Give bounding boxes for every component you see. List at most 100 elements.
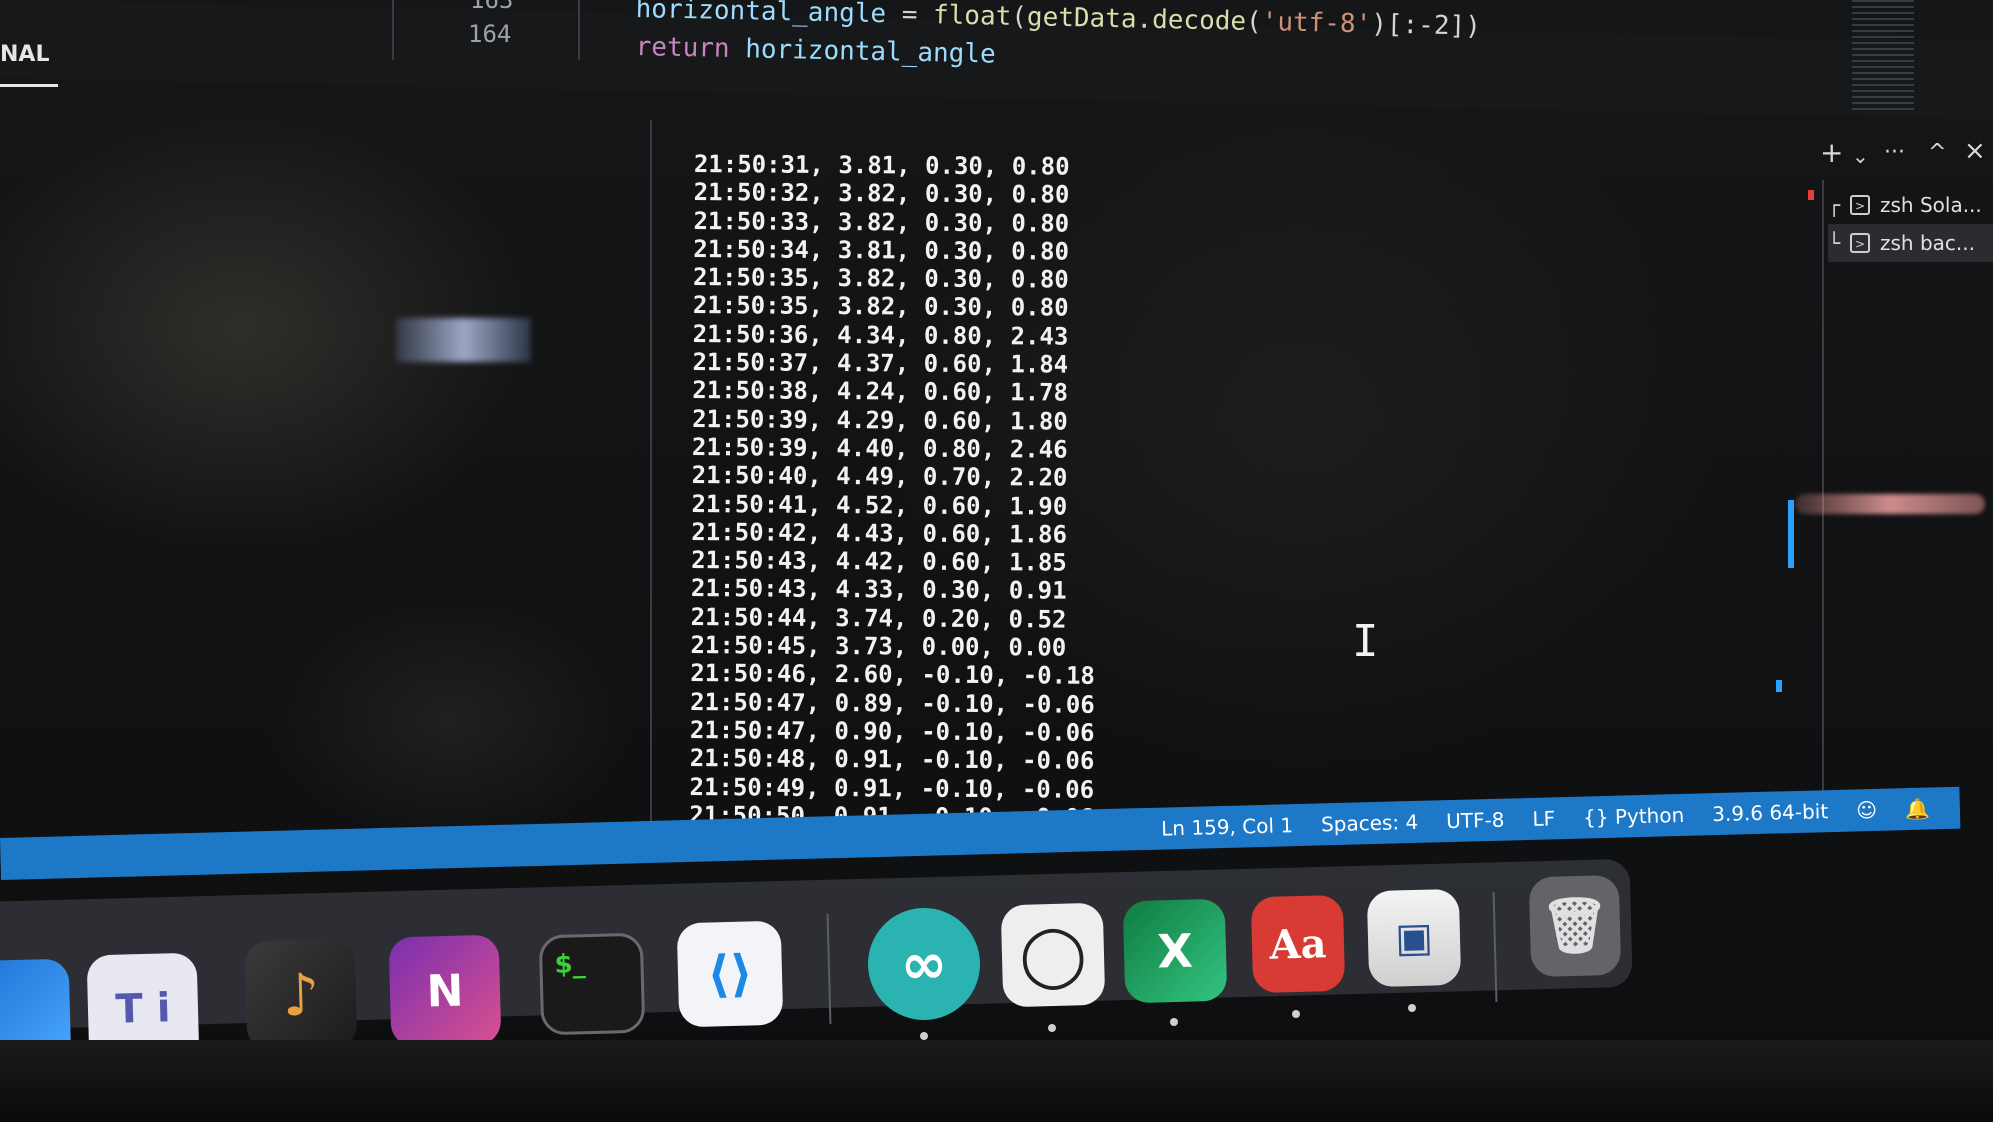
guitar-icon: ♪ <box>281 960 321 1030</box>
tree-connector: ┌ <box>1828 193 1841 217</box>
code-token: getData <box>1026 2 1137 35</box>
terminal-line: 21:50:45, 3.73, 0.00, 0.00 <box>690 631 1067 662</box>
terminal-line: 21:50:36, 4.34, 0.80, 2.43 <box>692 319 1069 351</box>
close-panel-icon[interactable]: × <box>1964 136 1986 166</box>
infinity-icon: ∞ <box>899 930 949 998</box>
terminal-line: 21:50:47, 0.90, -0.10, -0.06 <box>689 715 1095 747</box>
code-token: horizontal_angle <box>729 33 996 70</box>
gutter-divider <box>578 0 580 60</box>
panel-tab-underline <box>0 84 58 87</box>
code-token: decode <box>1151 4 1247 37</box>
status-eol[interactable]: LF <box>1532 806 1555 831</box>
terminal-line: 21:50:48, 0.91, -0.10, -0.06 <box>689 744 1095 776</box>
chevron-down-icon[interactable]: ⌄ <box>1852 144 1869 168</box>
excel-app-icon[interactable]: X <box>1122 898 1228 1004</box>
minimap[interactable] <box>1852 0 1914 112</box>
terminal-line: 21:50:31, 3.81, 0.30, 0.80 <box>693 150 1070 181</box>
trash-app-icon[interactable]: 🗑 <box>1528 874 1622 978</box>
status-language-label: Python <box>1614 802 1685 829</box>
terminal-line: 21:50:39, 4.40, 0.80, 2.46 <box>691 432 1068 464</box>
screen-reflection <box>1795 494 1985 514</box>
terminal-line: 21:50:33, 3.82, 0.30, 0.80 <box>693 206 1070 238</box>
line-number: 164 <box>468 20 512 48</box>
terminal-line: 21:50:43, 4.42, 0.60, 1.85 <box>691 546 1067 577</box>
terminal-line: 21:50:47, 0.89, -0.10, -0.06 <box>690 687 1095 719</box>
scrollbar-marker <box>1776 680 1782 692</box>
onenote-glyph: N <box>425 965 465 1017</box>
maximize-panel-icon[interactable]: ^ <box>1928 140 1946 165</box>
terminal-session-label: zsh Sola... <box>1880 193 1982 217</box>
terminal-session-item[interactable]: ┌ > zsh Sola... <box>1828 186 1993 224</box>
terminal-line: 21:50:41, 4.52, 0.60, 1.90 <box>691 489 1068 521</box>
preview-glyph: ▣ <box>1394 914 1434 962</box>
terminal-line: 21:50:46, 2.60, -0.10, -0.18 <box>690 659 1096 691</box>
code-token: ( <box>1245 6 1263 38</box>
new-terminal-button[interactable]: + <box>1820 136 1843 169</box>
code-token: ( <box>1010 1 1028 33</box>
code-token: )[:-2]) <box>1370 9 1482 42</box>
circle-app-icon[interactable]: ◯ <box>1000 902 1106 1008</box>
preview-app-icon[interactable]: ▣ <box>1366 888 1462 988</box>
terminal-session-list: ┌ > zsh Sola... └ > zsh bac... <box>1828 186 1993 262</box>
status-indentation[interactable]: Spaces: 4 <box>1321 810 1419 837</box>
editor-divider <box>392 0 394 60</box>
terminal-line: 21:50:38, 4.24, 0.60, 1.78 <box>692 376 1069 407</box>
status-language[interactable]: {} Python <box>1583 803 1685 830</box>
terminal-line: 21:50:37, 4.37, 0.60, 1.84 <box>692 348 1069 379</box>
screen-reflection <box>396 318 531 362</box>
terminal-app-icon[interactable]: $_ <box>538 932 646 1036</box>
terminal-line: 21:50:32, 3.82, 0.30, 0.80 <box>693 178 1070 209</box>
excel-glyph: X <box>1156 923 1194 979</box>
running-indicator <box>1170 1018 1178 1026</box>
status-cursor-position[interactable]: Ln 159, Col 1 <box>1161 813 1293 840</box>
bell-icon[interactable]: 🔔 <box>1905 796 1931 821</box>
terminal-line: 21:50:40, 4.49, 0.70, 2.20 <box>691 461 1068 492</box>
laptop-bezel <box>0 1040 1993 1122</box>
more-actions-icon[interactable]: ··· <box>1884 140 1905 165</box>
tree-connector: └ <box>1828 231 1841 255</box>
code-token: . <box>1136 4 1153 35</box>
terminal-line: 21:50:35, 3.82, 0.30, 0.80 <box>693 263 1069 294</box>
panel-divider <box>650 120 652 860</box>
garageband-app-icon[interactable]: ♪ <box>244 938 358 1052</box>
terminal-icon: > <box>1850 233 1870 253</box>
acrobat-glyph: Aa <box>1268 919 1328 969</box>
trash-icon: 🗑 <box>1539 893 1611 958</box>
terminal-line: 21:50:34, 3.81, 0.30, 0.80 <box>693 234 1070 266</box>
onenote-app-icon[interactable]: N <box>388 934 502 1048</box>
scrollbar-marker[interactable] <box>1788 500 1794 568</box>
status-items: Ln 159, Col 1 Spaces: 4 UTF-8 LF {} Pyth… <box>1161 787 1931 849</box>
terminal-session-item[interactable]: └ > zsh bac... <box>1828 224 1993 262</box>
status-interpreter[interactable]: 3.9.6 64-bit <box>1712 799 1829 826</box>
running-indicator <box>1048 1024 1056 1032</box>
running-indicator <box>920 1032 928 1040</box>
terminal-line: 21:50:42, 4.43, 0.60, 1.86 <box>691 517 1068 549</box>
braces-icon: {} <box>1582 804 1609 830</box>
terminal-line: 21:50:43, 4.33, 0.30, 0.91 <box>690 574 1067 606</box>
terminal-line: 21:50:35, 3.82, 0.30, 0.80 <box>692 291 1069 323</box>
status-encoding[interactable]: UTF-8 <box>1446 808 1505 834</box>
terminal-line: 21:50:44, 3.74, 0.20, 0.52 <box>690 602 1067 634</box>
code-token: return <box>635 32 730 64</box>
feedback-icon[interactable]: ☺ <box>1856 798 1877 823</box>
code-token: 'utf-8' <box>1261 7 1372 40</box>
circle-glyph: ◯ <box>1018 919 1088 991</box>
terminal-line: 21:50:39, 4.29, 0.60, 1.80 <box>692 404 1068 436</box>
line-number: 163 <box>470 0 514 14</box>
scrollbar-marker <box>1808 190 1814 200</box>
vscode-glyph: ⟨⟩ <box>706 944 754 1004</box>
panel-tab-terminal[interactable]: NAL <box>0 42 49 67</box>
ibeam-cursor-icon: I <box>1352 616 1379 667</box>
running-indicator <box>1408 1004 1416 1012</box>
terminal-output[interactable]: 21:50:31, 3.81, 0.30, 0.80 21:50:32, 3.82… <box>689 150 1098 832</box>
teams-glyph: T i <box>114 985 172 1033</box>
terminal-icon: > <box>1850 195 1870 215</box>
terminal-glyph: $_ <box>554 949 586 980</box>
code-token: = <box>885 0 934 31</box>
running-indicator <box>1292 1010 1300 1018</box>
laptop-screen: NAL 163 164 horizontal_angle = float(get… <box>0 0 1993 1122</box>
terminal-line: 21:50:49, 0.91, -0.10, -0.06 <box>689 772 1095 804</box>
code-token: float <box>932 0 1012 32</box>
vscode-app-icon[interactable]: ⟨⟩ <box>676 920 784 1028</box>
acrobat-app-icon[interactable]: Aa <box>1250 894 1346 994</box>
